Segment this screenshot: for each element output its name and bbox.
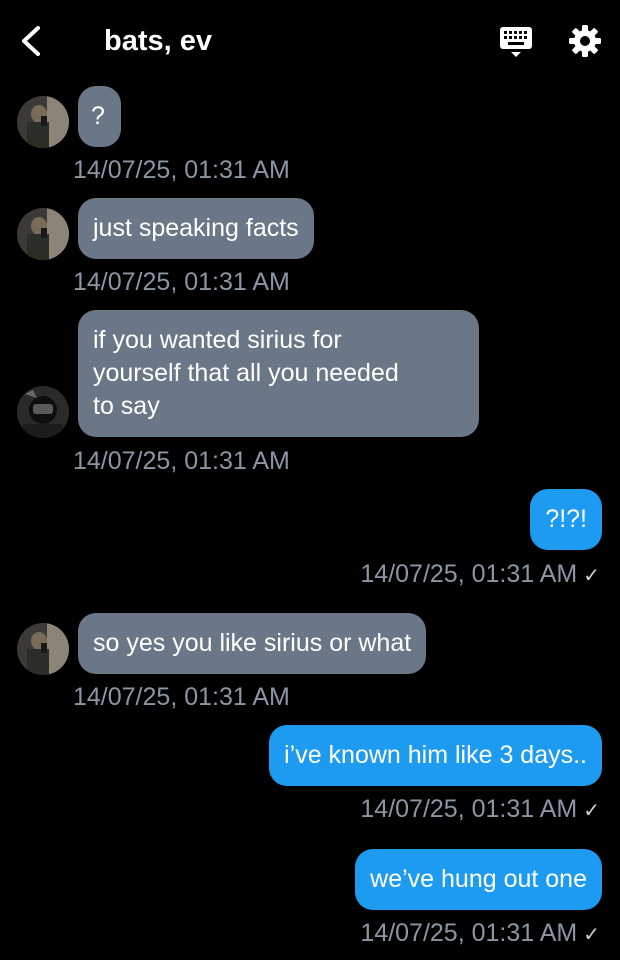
timestamp-text: 14/07/25, 01:31 AM <box>360 560 578 588</box>
message-bubble-outgoing[interactable]: ?!?! <box>530 489 602 550</box>
message-bubble-incoming[interactable]: if you wanted sirius for yourself that a… <box>78 310 479 437</box>
chevron-left-icon <box>22 26 40 56</box>
message-bubble-incoming[interactable]: just speaking facts <box>78 198 314 259</box>
keyboard-icon <box>500 27 532 57</box>
settings-button[interactable] <box>566 22 604 60</box>
message-bubble-outgoing[interactable]: we’ve hung out one <box>355 849 602 910</box>
back-button[interactable] <box>14 22 50 60</box>
sent-check-icon: ✓ <box>583 800 600 822</box>
message-text: we’ve hung out one <box>370 865 587 893</box>
message-text: i’ve known him like 3 days.. <box>284 741 587 769</box>
message-bubble-incoming[interactable]: ? <box>78 86 121 147</box>
message-line: if you wanted sirius for <box>93 326 342 354</box>
message-bubble-incoming[interactable]: so yes you like sirius or what <box>78 613 427 674</box>
avatar[interactable] <box>17 96 69 148</box>
timestamp-text: 14/07/25, 01:31 AM <box>360 919 578 947</box>
message-text: just speaking facts <box>93 214 299 242</box>
avatar[interactable] <box>17 623 69 675</box>
timestamp-text: 14/07/25, 01:31 AM <box>360 795 578 823</box>
chat-title: bats, ev <box>104 25 212 57</box>
avatar[interactable] <box>17 208 69 260</box>
message-timestamp: 14/07/25, 01:31 AM ✓ <box>360 794 600 826</box>
keyboard-button[interactable] <box>498 24 534 60</box>
message-bubble-outgoing[interactable]: i’ve known him like 3 days.. <box>269 725 602 786</box>
message-timestamp: 14/07/25, 01:31 AM <box>73 268 290 296</box>
message-line: to say <box>93 392 160 420</box>
message-text: ?!?! <box>545 505 587 533</box>
message-timestamp: 14/07/25, 01:31 AM ✓ <box>360 918 600 950</box>
message-timestamp: 14/07/25, 01:31 AM <box>73 447 290 475</box>
message-timestamp: 14/07/25, 01:31 AM ✓ <box>360 559 600 591</box>
avatar[interactable] <box>17 386 69 438</box>
message-text: so yes you like sirius or what <box>93 629 412 657</box>
message-text: ? <box>91 102 105 130</box>
message-timestamp: 14/07/25, 01:31 AM <box>73 683 290 711</box>
gear-icon <box>569 25 601 57</box>
message-line: yourself that all you needed <box>93 359 399 387</box>
message-timestamp: 14/07/25, 01:31 AM <box>73 156 290 184</box>
chat-header: bats, ev <box>0 0 620 82</box>
sent-check-icon: ✓ <box>583 924 600 946</box>
sent-check-icon: ✓ <box>583 565 600 587</box>
